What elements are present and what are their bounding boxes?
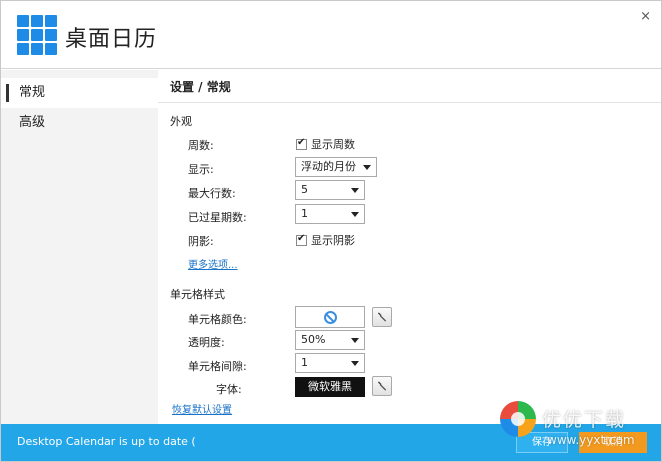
wrench-icon	[377, 381, 387, 391]
chevron-down-icon	[351, 361, 359, 366]
app-logo-icon	[17, 15, 57, 55]
chevron-down-icon	[351, 188, 359, 193]
settings-content: 设置 / 常规 外观 周数: 显示周数 显示: 浮动的月份 最大行数: 5 已过…	[158, 70, 661, 424]
max-rows-label: 最大行数:	[188, 187, 236, 200]
display-select-value: 浮动的月份	[301, 160, 356, 173]
max-rows-select[interactable]: 5	[295, 180, 365, 200]
watermark-logo-icon	[500, 401, 536, 437]
header: 桌面日历 ×	[1, 1, 661, 69]
opacity-label: 透明度:	[188, 336, 225, 349]
show-weeks-label: 显示周数	[311, 138, 355, 151]
max-rows-select-value: 5	[301, 183, 308, 196]
watermark-text: 优优下载	[542, 409, 627, 431]
section-title-cell-style: 单元格样式	[170, 288, 225, 301]
no-color-icon	[324, 311, 337, 324]
font-picker[interactable]: 微软雅黑	[295, 377, 365, 397]
checkbox-checked-icon	[296, 233, 307, 246]
chevron-down-icon	[351, 338, 359, 343]
sidebar: 常规 高级	[1, 70, 158, 424]
chevron-down-icon	[363, 165, 371, 170]
section-title-appearance: 外观	[170, 115, 192, 128]
show-shadow-checkbox[interactable]: 显示阴影	[296, 232, 355, 248]
display-label: 显示:	[188, 163, 214, 176]
cell-color-label: 单元格颜色:	[188, 313, 247, 326]
watermark-url: www.yyxt.com	[547, 433, 635, 447]
settings-window: 桌面日历 × 常规 高级 设置 / 常规 外观 周数: 显示周数 显示: 浮动的…	[0, 0, 662, 462]
cell-color-picker[interactable]	[295, 306, 365, 328]
display-select[interactable]: 浮动的月份	[295, 157, 377, 177]
show-shadow-label: 显示阴影	[311, 234, 355, 247]
chevron-down-icon	[351, 212, 359, 217]
breadcrumb: 设置 / 常规	[170, 80, 231, 94]
font-label: 字体:	[216, 383, 242, 396]
update-status-text: Desktop Calendar is up to date (	[17, 435, 196, 448]
checkbox-checked-icon	[296, 137, 307, 150]
opacity-select[interactable]: 50%	[295, 330, 365, 350]
opacity-select-value: 50%	[301, 333, 326, 346]
sidebar-item-advanced[interactable]: 高级	[1, 108, 158, 138]
show-weeks-checkbox[interactable]: 显示周数	[296, 136, 355, 152]
restore-defaults-link[interactable]: 恢复默认设置	[172, 401, 232, 416]
sidebar-item-general[interactable]: 常规	[1, 78, 158, 108]
divider	[158, 102, 661, 103]
cell-color-edit-button[interactable]	[372, 307, 392, 327]
app-title: 桌面日历	[65, 27, 158, 52]
cell-spacing-select-value: 1	[301, 356, 308, 369]
weeks-label: 周数:	[188, 139, 214, 152]
font-edit-button[interactable]	[372, 376, 392, 396]
cell-spacing-label: 单元格间隙:	[188, 360, 247, 373]
wrench-icon	[377, 312, 387, 322]
past-weeks-label: 已过星期数:	[188, 211, 247, 224]
close-button[interactable]: ×	[640, 9, 651, 24]
past-weeks-select-value: 1	[301, 207, 308, 220]
cell-spacing-select[interactable]: 1	[295, 353, 365, 373]
past-weeks-select[interactable]: 1	[295, 204, 365, 224]
more-options-link[interactable]: 更多选项...	[188, 256, 238, 271]
shadow-label: 阴影:	[188, 235, 214, 248]
